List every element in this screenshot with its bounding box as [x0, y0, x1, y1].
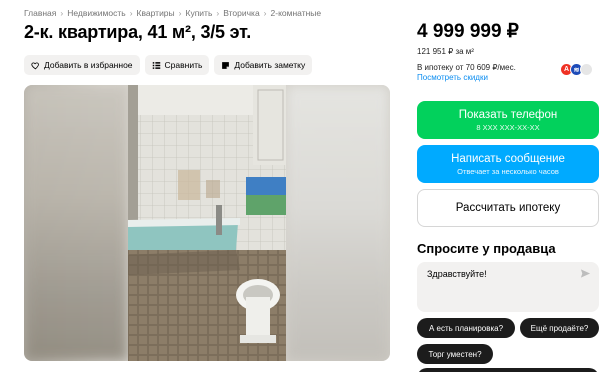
quick-question-chip[interactable]: А есть планировка? [417, 318, 515, 338]
listing-photo[interactable] [128, 85, 286, 361]
breadcrumb-separator: › [216, 8, 220, 18]
write-message-button[interactable]: Написать сообщение Отвечает за несколько… [417, 145, 599, 183]
breadcrumb-buy[interactable]: Купить [186, 8, 213, 18]
breadcrumb-home[interactable]: Главная [24, 8, 56, 18]
calculate-mortgage-button[interactable]: Рассчитать ипотеку [417, 189, 599, 227]
add-to-favorites-label: Добавить в избранное [44, 60, 133, 70]
gallery-blur-right [286, 85, 390, 361]
breadcrumb-separator: › [263, 8, 267, 18]
send-icon[interactable] [580, 268, 591, 279]
show-phone-button[interactable]: Показать телефон 8 XXX XXX-XX-XX [417, 101, 599, 139]
heart-icon [31, 61, 39, 69]
compare-button[interactable]: Сравнить [144, 55, 210, 75]
breadcrumb-apartments[interactable]: Квартиры [137, 8, 175, 18]
ask-seller-input-value: Здравствуйте! [427, 269, 487, 279]
write-message-label: Написать сообщение [451, 152, 565, 165]
breadcrumb-realty[interactable]: Недвижимость [67, 8, 125, 18]
quick-question-chip-partial[interactable] [417, 368, 599, 372]
add-note-label: Добавить заметку [234, 60, 306, 70]
breadcrumb: Главная › Недвижимость › Квартиры › Купить ›… [24, 8, 321, 18]
add-to-favorites-button[interactable]: Добавить в избранное [24, 55, 140, 75]
breadcrumb-separator: › [129, 8, 133, 18]
mortgage-installment: В ипотеку от 70 609 ₽/мес. [417, 63, 516, 72]
ask-seller-title: Спросите у продавца [417, 241, 556, 256]
add-note-button[interactable]: Добавить заметку [214, 55, 313, 75]
breadcrumb-secondary[interactable]: Вторичка [223, 8, 259, 18]
response-time-label: Отвечает за несколько часов [457, 166, 559, 176]
compare-label: Сравнить [164, 60, 203, 70]
note-icon [222, 61, 230, 69]
listing-actions: Добавить в избранное Сравнить Добавить з… [24, 55, 313, 75]
bank-logo-icon [580, 63, 593, 76]
quick-question-chip[interactable]: Торг уместен? [417, 344, 493, 364]
ask-seller-input[interactable]: Здравствуйте! [417, 262, 599, 312]
see-discounts-link[interactable]: Посмотреть скидки [417, 73, 488, 82]
breadcrumb-separator: › [178, 8, 182, 18]
gallery-blur-left [24, 85, 128, 361]
breadcrumb-separator: › [60, 8, 64, 18]
bank-logos: А ≋ [560, 63, 593, 76]
page-title: 2-к. квартира, 41 м², 3/5 эт. [24, 22, 252, 42]
breadcrumb-two-room[interactable]: 2-комнатные [271, 8, 322, 18]
photo-gallery[interactable] [24, 85, 390, 361]
show-phone-label: Показать телефон [458, 108, 558, 121]
phone-masked: 8 XXX XXX-XX-XX [476, 122, 540, 132]
price-per-meter: 121 951 ₽ за м² [417, 47, 474, 56]
price: 4 999 999 ₽ [417, 21, 519, 42]
compare-icon [152, 61, 160, 69]
quick-question-chip[interactable]: Ещё продаёте? [520, 318, 599, 338]
calculate-mortgage-label: Рассчитать ипотеку [455, 202, 561, 214]
